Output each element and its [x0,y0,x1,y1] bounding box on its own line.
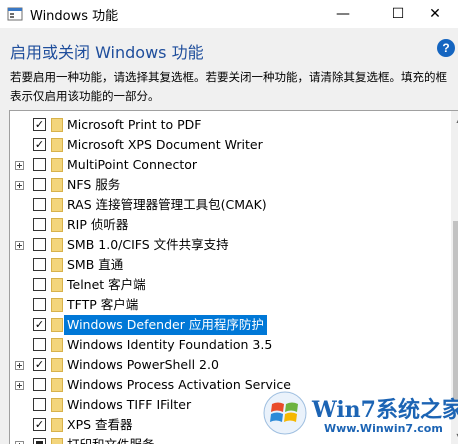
expand-icon[interactable] [15,381,24,390]
feature-checkbox[interactable]: ✓ [33,138,46,151]
folder-icon [51,258,63,272]
expand-icon[interactable] [15,361,24,370]
close-button[interactable]: ✕ [412,0,458,28]
folder-icon [51,238,63,252]
minimize-button[interactable]: — [320,0,366,28]
page-title: 启用或关闭 Windows 功能 [10,43,204,62]
feature-row[interactable]: RIP 侦听器 [10,215,440,235]
scroll-up-arrow-icon[interactable]: ▲ [451,111,458,128]
feature-row[interactable]: MultiPoint Connector [10,155,440,175]
folder-icon [51,358,63,372]
feature-row[interactable]: ✓ Microsoft XPS Document Writer [10,135,440,155]
feature-checkbox[interactable] [33,198,46,211]
feature-checkbox[interactable] [33,158,46,171]
feature-checkbox[interactable] [33,218,46,231]
feature-label[interactable]: Windows Identity Foundation 3.5 [64,335,275,355]
feature-label[interactable]: Telnet 客户端 [64,275,149,295]
feature-row[interactable]: SMB 直通 [10,255,440,275]
feature-checkbox[interactable] [33,338,46,351]
feature-label[interactable]: Microsoft XPS Document Writer [64,135,266,155]
expand-icon[interactable] [15,241,24,250]
feature-row[interactable]: ✓ Windows Defender 应用程序防护 [10,315,440,335]
feature-label[interactable]: NFS 服务 [64,175,123,195]
windows-logo-icon [263,391,307,435]
feature-row[interactable]: NFS 服务 [10,175,440,195]
feature-checkbox[interactable] [33,378,46,391]
folder-icon [51,398,63,412]
folder-icon [51,318,63,332]
feature-label[interactable]: Windows TIFF IFilter [64,395,194,415]
feature-label[interactable]: RAS 连接管理器管理工具包(CMAK) [64,195,270,215]
feature-row[interactable]: Telnet 客户端 [10,275,440,295]
feature-checkbox[interactable] [33,238,46,251]
windows-features-app-icon [7,7,23,21]
feature-checkbox[interactable]: ✓ [33,318,46,331]
folder-icon [51,138,63,152]
folder-icon [51,198,63,212]
feature-label[interactable]: Windows Defender 应用程序防护 [64,315,267,335]
folder-icon [51,378,63,392]
expand-icon[interactable] [15,161,24,170]
feature-label[interactable]: Windows Process Activation Service [64,375,294,395]
folder-icon [51,338,63,352]
folder-icon [51,178,63,192]
folder-icon [51,218,63,232]
watermark-brand: Win7系统之家 [312,397,458,423]
title-bar: Windows 功能 — ☐ ✕ [0,0,458,28]
feature-label[interactable]: Microsoft Print to PDF [64,115,204,135]
folder-icon [51,278,63,292]
feature-label[interactable]: Windows PowerShell 2.0 [64,355,222,375]
folder-icon [51,298,63,312]
feature-row[interactable]: Windows Identity Foundation 3.5 [10,335,440,355]
folder-icon [51,118,63,132]
feature-checkbox[interactable] [33,278,46,291]
help-icon[interactable]: ? [437,39,455,57]
window-title: Windows 功能 [30,9,119,24]
scrollbar-thumb[interactable] [453,221,458,401]
expand-icon[interactable] [15,181,24,190]
feature-checkbox[interactable]: ✓ [33,118,46,131]
instructions-text: 若要启用一种功能，请选择其复选框。若要关闭一种功能，请清除其复选框。填充的框表示… [10,70,447,103]
feature-label[interactable]: MultiPoint Connector [64,155,200,175]
feature-row[interactable]: ✓ Windows PowerShell 2.0 [10,355,440,375]
feature-checkbox[interactable] [33,258,46,271]
feature-checkbox[interactable]: ✓ [33,358,46,371]
folder-icon [51,438,63,444]
feature-checkbox[interactable] [33,438,46,444]
feature-checkbox[interactable]: ✓ [33,418,46,431]
feature-row[interactable]: ✓ Microsoft Print to PDF [10,115,440,135]
folder-icon [51,418,63,432]
folder-icon [51,158,63,172]
feature-row[interactable]: SMB 1.0/CIFS 文件共享支持 [10,235,440,255]
feature-row[interactable]: TFTP 客户端 [10,295,440,315]
feature-label[interactable]: TFTP 客户端 [64,295,141,315]
feature-label[interactable]: RIP 侦听器 [64,215,131,235]
feature-checkbox[interactable] [33,398,46,411]
watermark: Win7系统之家 Www.Winwin7.com [262,386,458,444]
features-panel: 启用或关闭 Windows 功能 ? 若要启用一种功能，请选择其复选框。若要关闭… [0,28,458,444]
watermark-url: Www.Winwin7.com [324,422,443,435]
feature-label[interactable]: XPS 查看器 [64,415,136,435]
feature-checkbox[interactable] [33,178,46,191]
feature-checkbox[interactable] [33,298,46,311]
feature-label[interactable]: 打印和文件服务 [64,435,158,444]
feature-label[interactable]: SMB 直通 [64,255,126,275]
feature-row[interactable]: RAS 连接管理器管理工具包(CMAK) [10,195,440,215]
feature-label[interactable]: SMB 1.0/CIFS 文件共享支持 [64,235,232,255]
